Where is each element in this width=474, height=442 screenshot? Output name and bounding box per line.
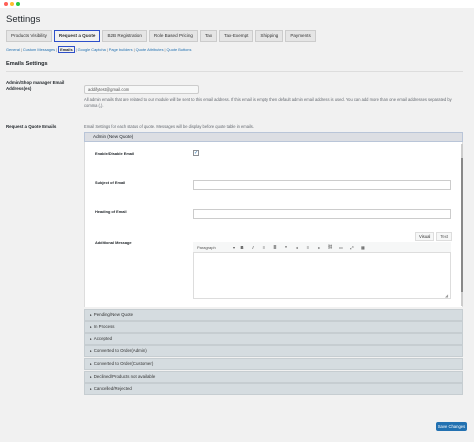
tab-tax-exempt[interactable]: Tax-Exempt bbox=[219, 30, 254, 42]
italic-icon[interactable]: I bbox=[249, 245, 257, 250]
admin-email-field[interactable]: addifytest@gmail.com bbox=[84, 85, 199, 94]
accordion-title: Declined/Products not available bbox=[93, 374, 156, 379]
accordion-accepted[interactable]: ▸ Accepted bbox=[84, 333, 463, 345]
editor-mode-tabs: Visual Text bbox=[413, 232, 453, 241]
resize-handle-icon[interactable]: ◢ bbox=[445, 293, 448, 298]
format-select[interactable]: Paragraph ▾ bbox=[197, 245, 235, 250]
accordion-title: Cancelled/Rejected bbox=[93, 386, 132, 391]
scrollbar-thumb[interactable] bbox=[461, 158, 463, 292]
bold-icon[interactable]: B bbox=[238, 245, 246, 250]
caret-right-icon: ▸ bbox=[90, 325, 92, 329]
align-center-icon[interactable]: ≡ bbox=[304, 245, 312, 250]
caret-right-icon: ▸ bbox=[90, 387, 92, 391]
accordion-converted-customer[interactable]: ▸ Converted to Order(Customer) bbox=[84, 358, 463, 370]
subnav: General | Custom Messages | Emails | Google… bbox=[6, 46, 191, 53]
accordion-converted-admin[interactable]: ▸ Converted to Order(Admin) bbox=[84, 345, 463, 357]
save-changes-button[interactable]: Save Changes bbox=[436, 422, 467, 431]
subnav-separator: | bbox=[106, 47, 108, 52]
fullscreen-icon[interactable]: ⤢ bbox=[348, 245, 356, 250]
align-right-icon[interactable]: ⫸ bbox=[315, 245, 323, 250]
tab-tax[interactable]: Tax bbox=[200, 30, 218, 42]
message-label: Additional Message bbox=[95, 240, 132, 245]
tab-shipping[interactable]: Shipping bbox=[255, 30, 284, 42]
subnav-separator: | bbox=[56, 47, 58, 52]
editor-toolbar: Paragraph ▾ B I ≡ ≣ ❝ ⫷ ≡ ⫸ ⛓ ▭ ⤢ ▦ bbox=[193, 242, 451, 253]
tab-role-based-pricing[interactable]: Role Based Pricing bbox=[148, 30, 198, 42]
settings-tabs: Products Visibility Request a Quote B2B … bbox=[6, 30, 318, 42]
chevron-down-icon: ▾ bbox=[232, 244, 235, 250]
blockquote-icon[interactable]: ❝ bbox=[282, 245, 290, 250]
subnav-general[interactable]: General bbox=[6, 47, 20, 52]
read-more-icon[interactable]: ▭ bbox=[337, 245, 345, 250]
accordion-admin-new-quote[interactable]: Admin (New Quote) bbox=[84, 132, 463, 142]
divider bbox=[6, 71, 463, 72]
enable-email-checkbox[interactable]: ✓ bbox=[193, 150, 199, 156]
editor-tab-text[interactable]: Text bbox=[436, 232, 453, 241]
heading-field[interactable] bbox=[193, 209, 451, 219]
subnav-separator: | bbox=[133, 47, 135, 52]
align-left-icon[interactable]: ⫷ bbox=[293, 245, 301, 250]
accordion-title: Converted to Order(Customer) bbox=[93, 361, 154, 366]
subnav-google-captcha[interactable]: Google Captcha bbox=[78, 47, 106, 52]
subject-label: Subject of Email bbox=[95, 180, 126, 185]
accordion-pending-new-quote[interactable]: ▸ Pending/New Quote bbox=[84, 309, 463, 321]
subnav-separator: | bbox=[20, 47, 22, 52]
tab-request-a-quote[interactable]: Request a Quote bbox=[53, 30, 101, 42]
accordion-title: In Process bbox=[93, 324, 115, 329]
close-window-icon[interactable] bbox=[4, 2, 8, 6]
link-icon[interactable]: ⛓ bbox=[326, 244, 334, 250]
subject-field[interactable] bbox=[193, 180, 451, 190]
accordion-title: Converted to Order(Admin) bbox=[93, 348, 147, 353]
accordion-in-process[interactable]: ▸ In Process bbox=[84, 321, 463, 333]
bullet-list-icon[interactable]: ≡ bbox=[260, 245, 268, 250]
tab-b2b-registration[interactable]: B2B Registration bbox=[102, 30, 147, 42]
format-select-value: Paragraph bbox=[197, 244, 216, 250]
caret-right-icon: ▸ bbox=[90, 313, 92, 317]
admin-email-label: Admin/Shop manager Email Address(es) bbox=[6, 80, 65, 91]
subnav-emails[interactable]: Emails bbox=[58, 46, 75, 53]
toolbar-toggle-icon[interactable]: ▦ bbox=[359, 245, 367, 250]
subnav-separator: | bbox=[75, 47, 77, 52]
accordion-title: Pending/New Quote bbox=[93, 312, 134, 317]
maximize-window-icon[interactable] bbox=[16, 2, 20, 6]
section-title: Emails Settings bbox=[6, 61, 48, 67]
caret-right-icon: ▸ bbox=[90, 337, 92, 341]
subnav-quote-attributes[interactable]: Quote Attributes bbox=[136, 47, 164, 52]
subnav-custom-messages[interactable]: Custom Messages bbox=[23, 47, 55, 52]
accordion-title: Accepted bbox=[93, 336, 113, 341]
quote-emails-label: Request a Quote Emails bbox=[6, 124, 57, 129]
heading-label: Heading of Email bbox=[95, 209, 127, 214]
caret-right-icon: ▸ bbox=[90, 362, 92, 366]
numbered-list-icon[interactable]: ≣ bbox=[271, 245, 279, 250]
caret-right-icon: ▸ bbox=[90, 349, 92, 353]
admin-email-description: All admin emails that are related to our… bbox=[84, 97, 452, 108]
page-title: Settings bbox=[6, 14, 41, 25]
subnav-separator: | bbox=[164, 47, 166, 52]
accordion-declined[interactable]: ▸ Declined/Products not available bbox=[84, 371, 463, 383]
tab-payments[interactable]: Payments bbox=[285, 30, 316, 42]
caret-right-icon: ▸ bbox=[90, 375, 92, 379]
subnav-quote-buttons[interactable]: Quote Buttons bbox=[167, 47, 192, 52]
quote-emails-description: Email Settings for each status of quote.… bbox=[84, 124, 254, 129]
editor-tab-visual[interactable]: Visual bbox=[415, 232, 435, 241]
window-titlebar bbox=[0, 0, 474, 8]
subnav-page-builders[interactable]: Page builders bbox=[109, 47, 133, 52]
enable-email-label: Enable/Disable Email bbox=[95, 151, 135, 156]
tab-products-visibility[interactable]: Products Visibility bbox=[6, 30, 52, 42]
accordion-cancelled-rejected[interactable]: ▸ Cancelled/Rejected bbox=[84, 383, 463, 395]
minimize-window-icon[interactable] bbox=[10, 2, 14, 6]
